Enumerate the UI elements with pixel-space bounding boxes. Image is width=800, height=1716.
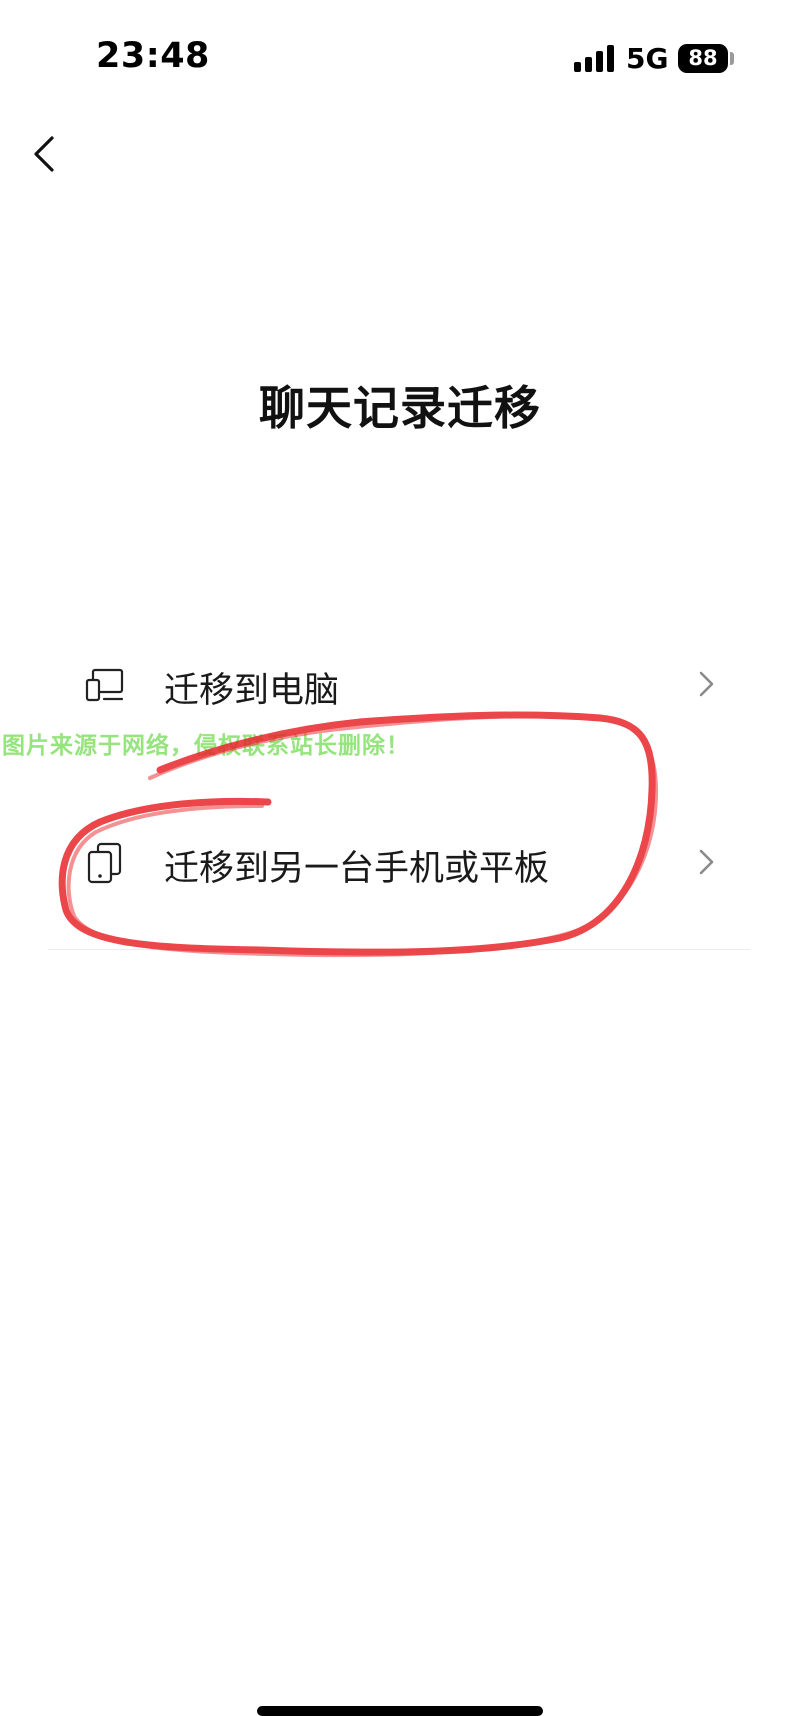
battery-level: 88: [688, 46, 718, 70]
chevron-left-icon: [34, 136, 54, 172]
divider: [48, 949, 750, 950]
phone-tablet-icon: [87, 842, 122, 884]
chevron-right-icon: [699, 671, 714, 697]
status-bar: 23:48 5G 88: [0, 0, 800, 120]
page-title: 聊天记录迁移: [259, 381, 541, 435]
status-time: 23:48: [96, 36, 210, 76]
computer-icon: [85, 668, 124, 702]
migrate-to-device-option[interactable]: 迁移到另一台手机或平板: [48, 802, 750, 922]
back-button[interactable]: [22, 124, 66, 184]
home-indicator[interactable]: [257, 1706, 543, 1716]
chevron-right-icon: [699, 849, 714, 875]
watermark-text: 图片来源于网络，侵权联系站长删除！: [2, 733, 410, 759]
battery-cap: [730, 52, 734, 65]
migrate-to-pc-label: 迁移到电脑: [164, 671, 340, 711]
signal-icon: [574, 44, 614, 72]
network-type: 5G: [626, 42, 669, 75]
migrate-to-device-label: 迁移到另一台手机或平板: [164, 849, 550, 889]
battery-icon: 88: [678, 44, 728, 73]
